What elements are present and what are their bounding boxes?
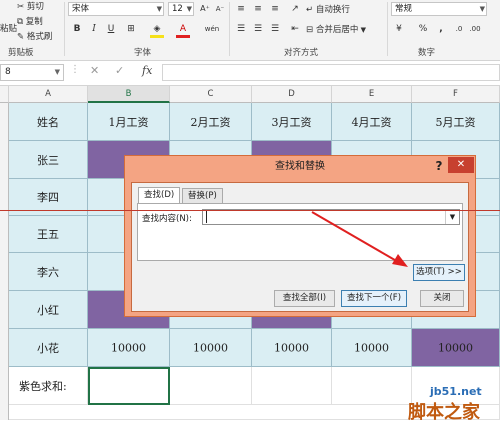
annotation-arrow-icon bbox=[311, 211, 408, 267]
watermark-brand: 脚本之家 bbox=[408, 402, 480, 423]
watermark-site: jb51.net bbox=[430, 385, 482, 398]
